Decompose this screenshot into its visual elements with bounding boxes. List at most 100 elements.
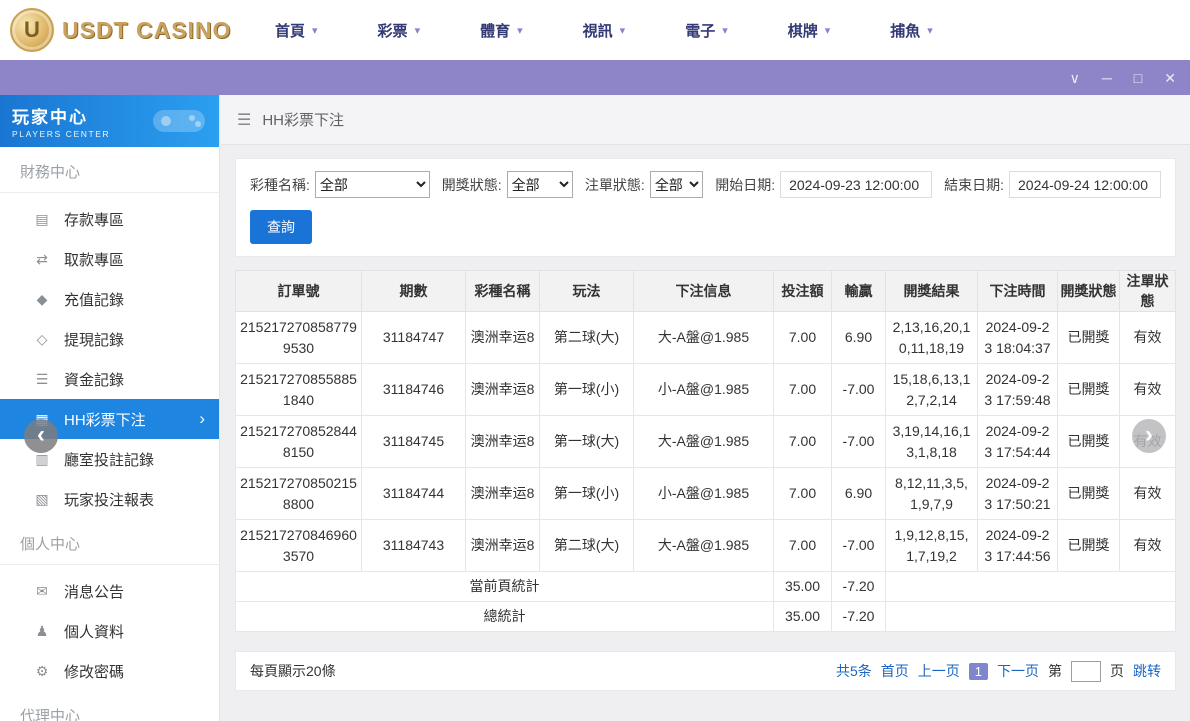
order-no-cell: 2152172708558851840 [236, 364, 362, 416]
order-status-label: 注單狀態: [585, 175, 645, 195]
nav-item-sports[interactable]: 體育▾ [480, 20, 523, 41]
win-loss-cell: 6.90 [832, 312, 886, 364]
bet-amount-cell: 7.00 [774, 416, 832, 468]
total-summary-row: 總統計 35.00 -7.20 [236, 602, 1176, 632]
sidebar-item-player-bet-report[interactable]: ▧玩家投注報表 [0, 479, 219, 519]
page-size-text: 每頁顯示20條 [250, 661, 336, 681]
column-header-lottery-name: 彩種名稱 [466, 271, 540, 312]
sidebar-item-change-password[interactable]: ⚙修改密碼 [0, 651, 219, 691]
chevron-down-icon: ▾ [517, 24, 523, 37]
sidebar-item-label: 資金記錄 [64, 369, 124, 390]
bet-time-cell: 2024-09-23 17:54:44 [978, 416, 1058, 468]
logo-text: USDT CASINO [62, 17, 231, 44]
table-row: 215217270852844815031184745澳洲幸运8第一球(大)大-… [236, 416, 1176, 468]
sidebar-item-funds-history[interactable]: ☰資金記錄 [0, 359, 219, 399]
draw-status-select[interactable]: 全部 [507, 171, 573, 198]
sidebar-item-label: 廳室投註記錄 [64, 449, 154, 470]
maximize-button[interactable]: □ [1134, 71, 1142, 85]
chevron-down-icon: ▾ [722, 24, 728, 37]
sidebar-item-withdraw[interactable]: ⇄取款專區 [0, 239, 219, 279]
chevron-down-icon: ▾ [620, 24, 626, 37]
column-header-order-no: 訂單號 [236, 271, 362, 312]
nav-label: 視訊 [583, 20, 613, 41]
sidebar-item-recharge-history[interactable]: ◆充值記錄 [0, 279, 219, 319]
query-button[interactable]: 查詢 [250, 210, 312, 244]
period-cell: 31184747 [362, 312, 466, 364]
section-title-finance: 財務中心 [0, 147, 219, 193]
current-page: 1 [969, 663, 988, 680]
sidebar-item-deposit[interactable]: ▤存款專區 [0, 199, 219, 239]
total-summary-amount: 35.00 [774, 602, 832, 632]
table-row: 215217270855885184031184746澳洲幸运8第一球(小)小-… [236, 364, 1176, 416]
play-type-cell: 第二球(大) [540, 520, 634, 572]
bet-amount-cell: 7.00 [774, 468, 832, 520]
nav-item-live-video[interactable]: 視訊 ▾ [583, 20, 626, 41]
scroll-right-button[interactable]: › [1132, 419, 1166, 453]
draw-status-cell: 已開獎 [1058, 468, 1120, 520]
nav-item-fishing[interactable]: 捕魚▾ [890, 20, 933, 41]
scroll-left-button[interactable]: ‹ [24, 419, 58, 453]
nav-item-home[interactable]: 首頁▾ [275, 20, 318, 41]
nav-item-card-games[interactable]: 棋牌▾ [788, 20, 831, 41]
sidebar-item-label: 提現記錄 [64, 329, 124, 350]
page-summary-win-loss: -7.20 [832, 572, 886, 602]
chevron-down-icon: ▾ [825, 24, 831, 37]
nav-item-slots[interactable]: 電子 ▾ [685, 20, 728, 41]
draw-status-cell: 已開獎 [1058, 364, 1120, 416]
jump-button[interactable]: 跳转 [1133, 661, 1161, 681]
nav-item-lottery[interactable]: 彩票▾ [378, 20, 421, 41]
next-page-link[interactable]: 下一页 [997, 661, 1039, 681]
minimize-button[interactable]: ─ [1102, 71, 1112, 85]
bet-time-cell: 2024-09-23 17:59:48 [978, 364, 1058, 416]
order-no-cell: 2152172708528448150 [236, 416, 362, 468]
order-status-select[interactable]: 全部 [650, 171, 703, 198]
column-header-bet-time: 下注時間 [978, 271, 1058, 312]
prev-page-link[interactable]: 上一页 [918, 661, 960, 681]
pagination: 共5条 首页 上一页 1 下一页 第 页 跳转 [836, 661, 1161, 682]
cashout-icon: ◇ [34, 331, 50, 348]
order-status-cell: 有效 [1120, 364, 1176, 416]
bet-amount-cell: 7.00 [774, 364, 832, 416]
lottery-name-cell: 澳洲幸运8 [466, 416, 540, 468]
table-footer: 每頁顯示20條 共5条 首页 上一页 1 下一页 第 页 跳转 [235, 651, 1176, 691]
bet-info-cell: 大-A盤@1.985 [634, 312, 774, 364]
sidebar-item-cashout-history[interactable]: ◇ 提現記錄 [0, 319, 219, 359]
draw-status-label: 開獎狀態: [442, 175, 502, 195]
bet-info-cell: 小-A盤@1.985 [634, 468, 774, 520]
sidebar-item-label: HH彩票下注 [64, 409, 146, 430]
section-title-agent: 代理中心 [0, 691, 219, 721]
draw-result-cell: 15,18,6,13,12,7,2,14 [886, 364, 978, 416]
logo: U USDT CASINO [0, 8, 235, 52]
start-date-input[interactable] [780, 171, 932, 198]
content-header: ☰ HH彩票下注 [221, 95, 1190, 145]
sidebar-item-profile[interactable]: ♟個人資料 [0, 611, 219, 651]
sidebar-item-announcements[interactable]: ✉消息公告 [0, 571, 219, 611]
first-page-link[interactable]: 首页 [881, 661, 909, 681]
nav-label: 彩票 [378, 20, 408, 41]
column-header-order-status: 注單狀態 [1120, 271, 1176, 312]
lottery-name-select[interactable]: 全部 [315, 171, 430, 198]
draw-result-cell: 3,19,14,16,13,1,8,18 [886, 416, 978, 468]
table-row: 215217270858779953031184747澳洲幸运8第二球(大)大-… [236, 312, 1176, 364]
collapse-icon[interactable]: ∨ [1070, 71, 1080, 85]
close-button[interactable]: ✕ [1164, 71, 1176, 85]
jump-label-after: 页 [1110, 661, 1124, 681]
draw-result-cell: 8,12,11,3,5,1,9,7,9 [886, 468, 978, 520]
total-summary-win-loss: -7.20 [832, 602, 886, 632]
menu-icon[interactable]: ☰ [237, 110, 251, 130]
jump-label-before: 第 [1048, 661, 1062, 681]
order-no-cell: 2152172708587799530 [236, 312, 362, 364]
nav-label: 電子 [685, 20, 715, 41]
sidebar-item-label: 消息公告 [64, 581, 124, 602]
bets-table-card: 訂單號 期數 彩種名稱 玩法 下注信息 投注額 輸贏 開獎結果 下注時間 開獎狀… [235, 270, 1176, 632]
end-date-input[interactable] [1009, 171, 1161, 198]
coin-letter: U [24, 17, 40, 43]
draw-status-cell: 已開獎 [1058, 520, 1120, 572]
table-row: 215217270846960357031184743澳洲幸运8第二球(大)大-… [236, 520, 1176, 572]
order-status-cell: 有效 [1120, 312, 1176, 364]
page-jump-input[interactable] [1071, 661, 1101, 682]
chevron-right-icon: › [199, 409, 205, 429]
play-type-cell: 第一球(大) [540, 416, 634, 468]
column-header-win-loss: 輸贏 [832, 271, 886, 312]
recharge-icon: ◆ [34, 291, 50, 308]
